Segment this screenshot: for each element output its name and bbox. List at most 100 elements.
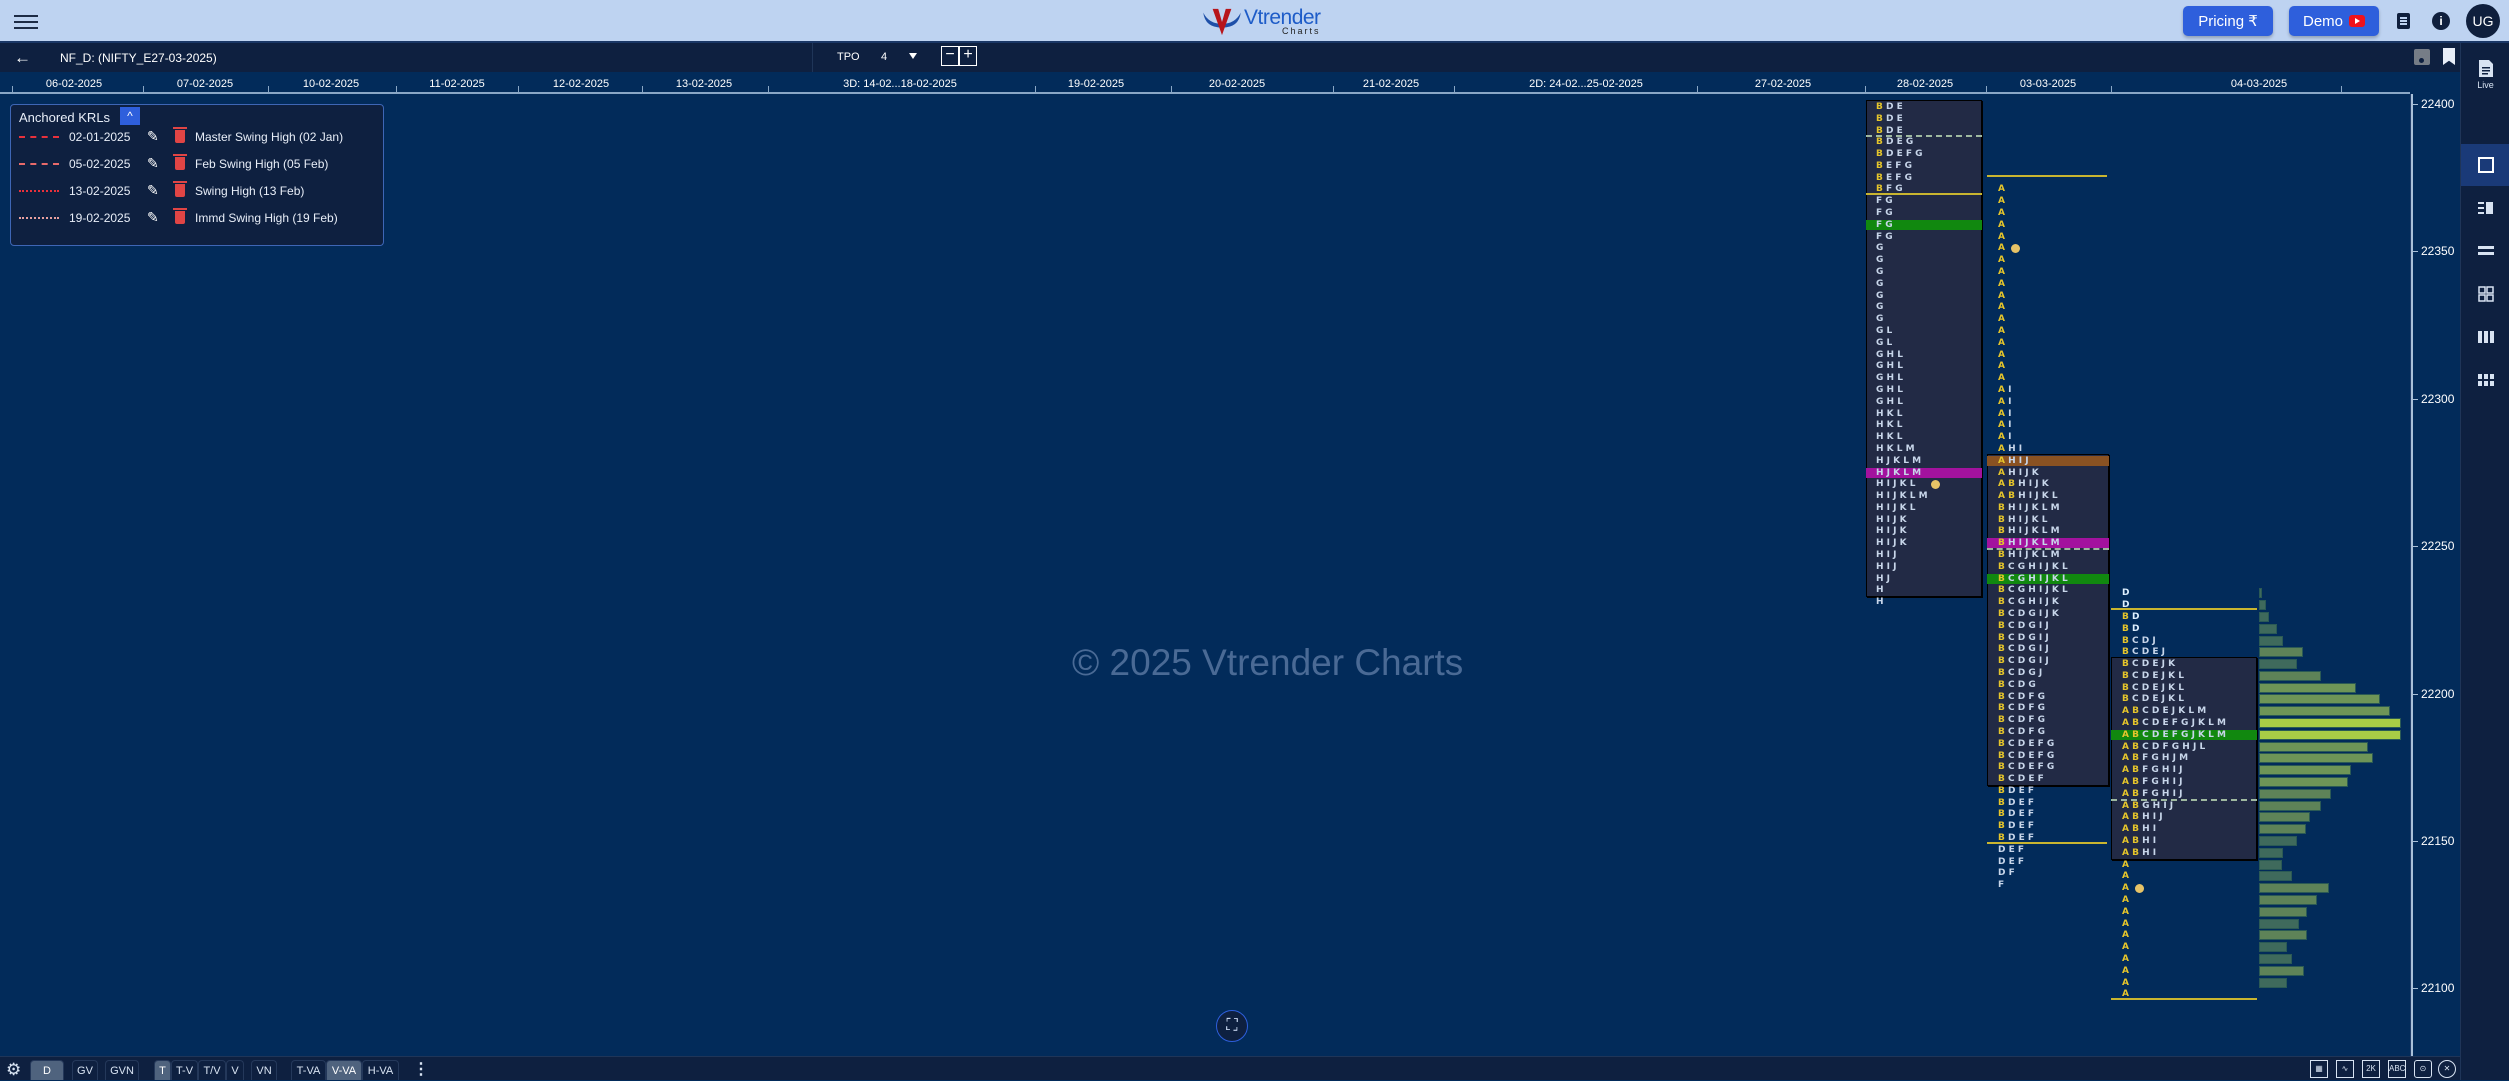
trash-icon[interactable] [173,208,187,224]
tpo-row[interactable]: F G [1876,232,1896,243]
tpo-row[interactable]: F [1998,880,2007,891]
view-toggle-t-va[interactable]: T-VA [291,1060,326,1080]
tpo-row[interactable]: B C D G I J [1998,644,2052,655]
tpo-row[interactable]: A I [1998,385,2015,396]
document-icon[interactable] [2397,13,2410,29]
tpo-row[interactable]: A [1998,338,2008,349]
tpo-row[interactable]: H I J K L [1876,503,1919,514]
tpo-row[interactable]: A B H I [2122,848,2159,859]
tpo-row[interactable]: H I J K [1876,526,1910,537]
more-vertical-icon[interactable]: ⋮ [413,1059,429,1079]
tpo-row[interactable]: B D E [1876,102,1906,113]
date-label[interactable]: 13-02-2025 [676,78,732,90]
tpo-row[interactable]: A I [1998,432,2015,443]
tpo-row[interactable]: B C D E F G [1998,751,2057,762]
list-layout-icon[interactable] [2461,187,2509,229]
tpo-row[interactable]: A I [1998,397,2015,408]
tpo-row[interactable]: A I [1998,409,2015,420]
date-label[interactable]: 28-02-2025 [1897,78,1953,90]
tpo-row[interactable]: A [2122,978,2132,989]
date-label[interactable]: 21-02-2025 [1363,78,1419,90]
tpo-row[interactable]: H J [1876,574,1893,585]
date-label[interactable]: 11-02-2025 [429,78,484,90]
pencil-icon[interactable]: ✎ [147,128,159,145]
tpo-row[interactable]: F G [1876,196,1896,207]
tpo-row[interactable]: A [1998,373,2008,384]
tpo-row[interactable]: G H L [1876,397,1906,408]
tpo-row[interactable]: G [1876,314,1887,325]
date-label[interactable]: 19-02-2025 [1068,78,1124,90]
save-icon[interactable] [2414,49,2430,65]
date-label[interactable]: 03-03-2025 [2020,78,2076,90]
tpo-row[interactable]: B C D G J [1998,668,2045,679]
demo-button[interactable]: Demo [2289,6,2379,36]
tpo-row[interactable]: B C D F G [1998,692,2048,703]
tpo-row[interactable]: G L [1876,326,1895,337]
tpo-row[interactable]: B D E F G [1876,149,1926,160]
focus-center-button[interactable]: ⛶ [1216,1010,1248,1042]
tpo-row[interactable]: B C D E F G [1998,762,2057,773]
menu-icon[interactable] [14,12,38,32]
single-layout-icon[interactable] [2461,144,2509,186]
tpo-row[interactable]: A [1998,291,2008,302]
pencil-icon[interactable]: ✎ [147,182,159,199]
collapse-toggle-button[interactable]: ^ [120,107,140,125]
tpo-row[interactable]: G L [1876,338,1895,349]
date-label[interactable]: 3D: 14-02...18-02-2025 [843,78,957,90]
tpo-row[interactable]: B C D G I J [1998,656,2052,667]
tpo-row[interactable]: D F [1998,868,2018,879]
tpo-row[interactable]: A [2122,930,2132,941]
zoom-in-button[interactable]: + [959,46,977,66]
tpo-row[interactable]: F G [1876,220,1896,231]
chevron-down-icon[interactable] [909,53,917,59]
info-icon[interactable]: i [2432,12,2450,30]
tpo-row[interactable]: B C D G I J [1998,621,2052,632]
date-label[interactable]: 06-02-2025 [46,78,102,90]
view-toggle-h-va[interactable]: H-VA [362,1060,399,1080]
view-toggle-t[interactable]: T [154,1060,171,1080]
tpo-row[interactable]: A B C D E F G J K L M [2122,730,2229,741]
live-button[interactable]: Live [2461,51,2509,99]
tpo-row[interactable]: G H L [1876,385,1906,396]
tpo-row[interactable]: A [1998,208,2008,219]
tpo-row[interactable]: H [1876,597,1887,608]
date-label[interactable]: 2D: 24-02...25-02-2025 [1529,78,1643,90]
tpo-row[interactable]: B C D E J K L [2122,671,2187,682]
tpo-row[interactable]: H J K L M [1876,468,1924,479]
tpo-row[interactable]: B D [2122,624,2143,635]
text-labels-icon[interactable]: ABC [2388,1060,2406,1078]
tpo-row[interactable]: A [1998,232,2008,243]
tpo-row[interactable]: B D E F [1998,821,2037,832]
tpo-row[interactable]: A [1998,350,2008,361]
tpo-row[interactable]: G [1876,279,1887,290]
tpo-row[interactable]: A B H I [2122,824,2159,835]
tpo-row[interactable]: B H I J K L M [1998,526,2063,537]
tpo-row[interactable]: B D [2122,612,2143,623]
tpo-row[interactable]: B C D E F [1998,774,2047,785]
tpo-row[interactable]: B C G H I J K L [1998,562,2071,573]
tpo-row[interactable]: H K L [1876,420,1906,431]
tpo-row[interactable]: H K L [1876,432,1906,443]
price-axis[interactable]: 22400 22350 22300 22250 22200 22150 22100 [2410,94,2460,1056]
tpo-row[interactable]: A B C D E F G J K L M [2122,718,2229,729]
tpo-row[interactable]: B C D E J [2122,647,2168,658]
tpo-row[interactable]: A [2122,942,2132,953]
trash-icon[interactable] [173,154,187,170]
back-arrow-icon[interactable]: ← [14,48,31,68]
tpo-row[interactable]: H I J K [1876,538,1910,549]
tpo-row[interactable]: G [1876,243,1887,254]
line-chart-icon[interactable]: ∿ [2336,1060,2354,1078]
tpo-row[interactable]: A [2122,919,2132,930]
zoom-out-button[interactable]: − [941,46,959,66]
tpo-row[interactable]: F G [1876,208,1896,219]
pricing-button[interactable]: Pricing ₹ [2183,6,2273,36]
avatar[interactable]: UG [2466,4,2500,38]
tpo-row[interactable]: A [2122,895,2132,906]
tpo-marker-icon[interactable] [1930,480,1940,490]
tpo-row[interactable]: B D E [1876,114,1906,125]
tpo-row[interactable]: D E F [1998,857,2027,868]
pencil-icon[interactable]: ✎ [147,155,159,172]
tpo-row[interactable]: A [2122,966,2132,977]
tpo-row[interactable]: H K L M [1876,444,1918,455]
tpo-row[interactable]: H I J K [1876,515,1910,526]
